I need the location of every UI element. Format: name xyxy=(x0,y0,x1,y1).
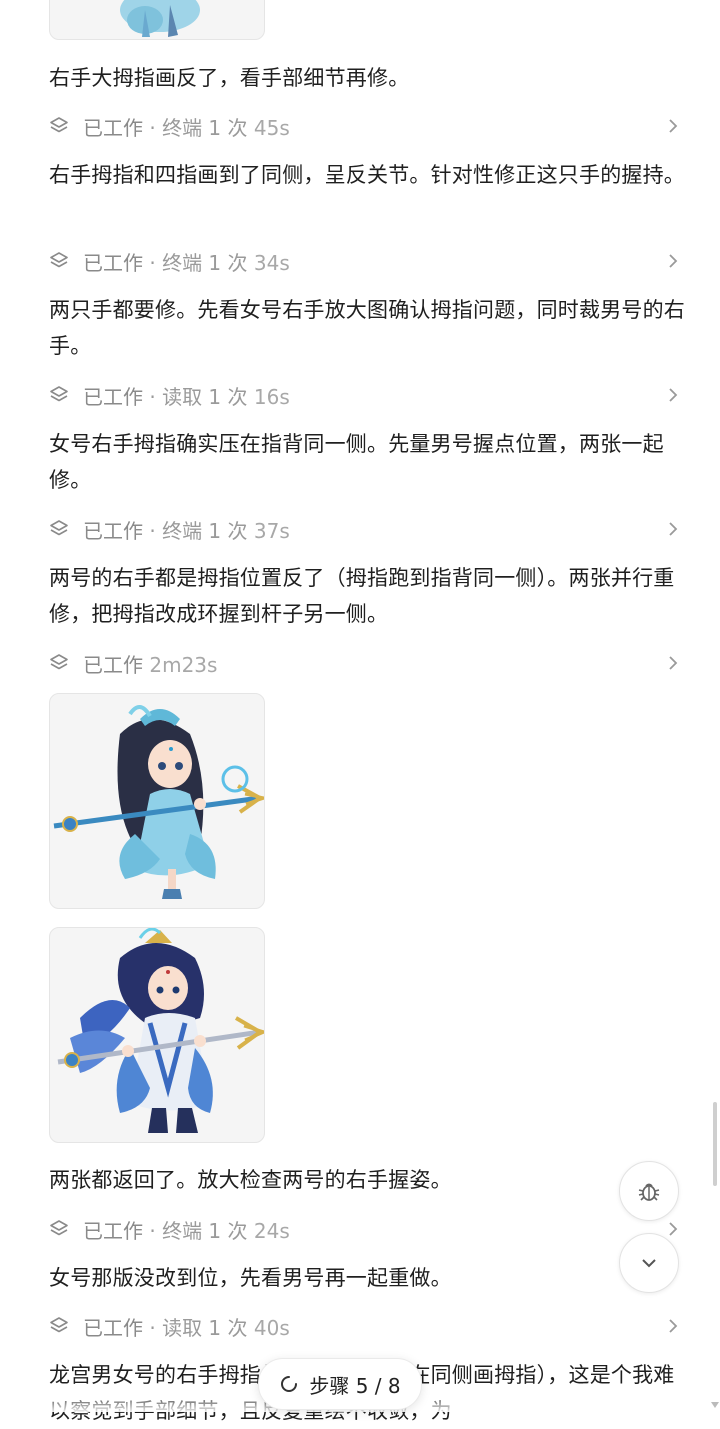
work-step-row[interactable]: 已工作 · 读取 1 次 16s xyxy=(49,380,679,410)
layers-icon xyxy=(50,252,68,268)
step-indicator[interactable]: 步骤 5 / 8 xyxy=(258,1358,422,1410)
generated-image-female[interactable] xyxy=(49,693,265,909)
step-indicator-label: 步骤 5 / 8 xyxy=(309,1373,401,1398)
debug-button[interactable] xyxy=(619,1161,679,1221)
chevron-right-icon xyxy=(669,254,678,268)
assistant-message: 右手拇指和四指画到了同侧，呈反关节。针对性修正这只手的握持。 xyxy=(49,163,685,187)
work-step-row[interactable]: 已工作 · 终端 1 次 37s xyxy=(49,514,679,544)
chevron-right-icon xyxy=(669,119,678,133)
layers-icon xyxy=(50,386,68,402)
layers-icon xyxy=(50,520,68,536)
bug-icon xyxy=(638,1183,660,1201)
chevron-right-icon xyxy=(669,1222,678,1236)
work-step-row[interactable]: 已工作 · 终端 1 次 34s xyxy=(49,246,679,276)
female-character-thumbnail-icon xyxy=(120,0,200,37)
layers-icon xyxy=(50,117,68,133)
loading-spinner-icon xyxy=(281,1376,298,1392)
assistant-message: 两只手都要修。先看女号右手放大图确认拇指问题，同时裁男号的右手。 xyxy=(49,298,685,358)
work-step-row[interactable]: 已工作 · 终端 1 次 24s xyxy=(49,1214,679,1244)
chevron-right-icon xyxy=(669,522,678,536)
step-label: 已工作 2m23s xyxy=(83,652,218,677)
step-label: 已工作 · 读取 1 次 16s xyxy=(83,384,290,409)
step-label: 已工作 · 终端 1 次 45s xyxy=(83,115,290,140)
layers-icon xyxy=(50,1317,68,1333)
female-character-trident-image-icon xyxy=(53,705,264,899)
step-label: 已工作 · 终端 1 次 37s xyxy=(83,518,290,543)
assistant-message: 女号右手拇指确实压在指背同一侧。先量男号握点位置，两张一起修。 xyxy=(49,432,664,492)
chevron-right-icon xyxy=(669,1319,678,1333)
layers-icon xyxy=(50,654,68,670)
assistant-message: 两张都返回了。放大检查两号的右手握姿。 xyxy=(49,1168,452,1192)
layers-icon xyxy=(50,1220,68,1236)
scrollbar-thumb[interactable] xyxy=(713,1102,717,1186)
step-label: 已工作 · 终端 1 次 34s xyxy=(83,250,290,275)
chevron-down-icon xyxy=(642,1259,656,1268)
scrollbar[interactable] xyxy=(710,0,720,1412)
assistant-message: 女号那版没改到位，先看男号再一起重做。 xyxy=(49,1266,452,1290)
chevron-right-icon xyxy=(669,656,678,670)
chevron-right-icon xyxy=(669,388,678,402)
assistant-message: 右手大拇指画反了，看手部细节再修。 xyxy=(49,66,410,90)
step-label: 已工作 · 终端 1 次 24s xyxy=(83,1218,290,1243)
assistant-message: 两号的右手都是拇指位置反了（拇指跑到指背同一侧）。两张并行重修，把拇指改成环握到… xyxy=(49,566,675,626)
work-step-row[interactable]: 已工作 · 读取 1 次 40s xyxy=(49,1311,679,1341)
work-step-row[interactable]: 已工作 · 终端 1 次 45s xyxy=(49,111,679,141)
scroll-arrow-down-icon[interactable] xyxy=(710,1400,720,1410)
generated-image-male[interactable] xyxy=(49,927,265,1143)
step-label: 已工作 · 读取 1 次 40s xyxy=(83,1315,290,1340)
work-step-row[interactable]: 已工作 2m23s xyxy=(49,648,679,678)
image-thumbnail-partial[interactable] xyxy=(49,0,265,40)
scroll-down-button[interactable] xyxy=(619,1233,679,1293)
male-character-trident-image-icon xyxy=(57,928,264,1133)
